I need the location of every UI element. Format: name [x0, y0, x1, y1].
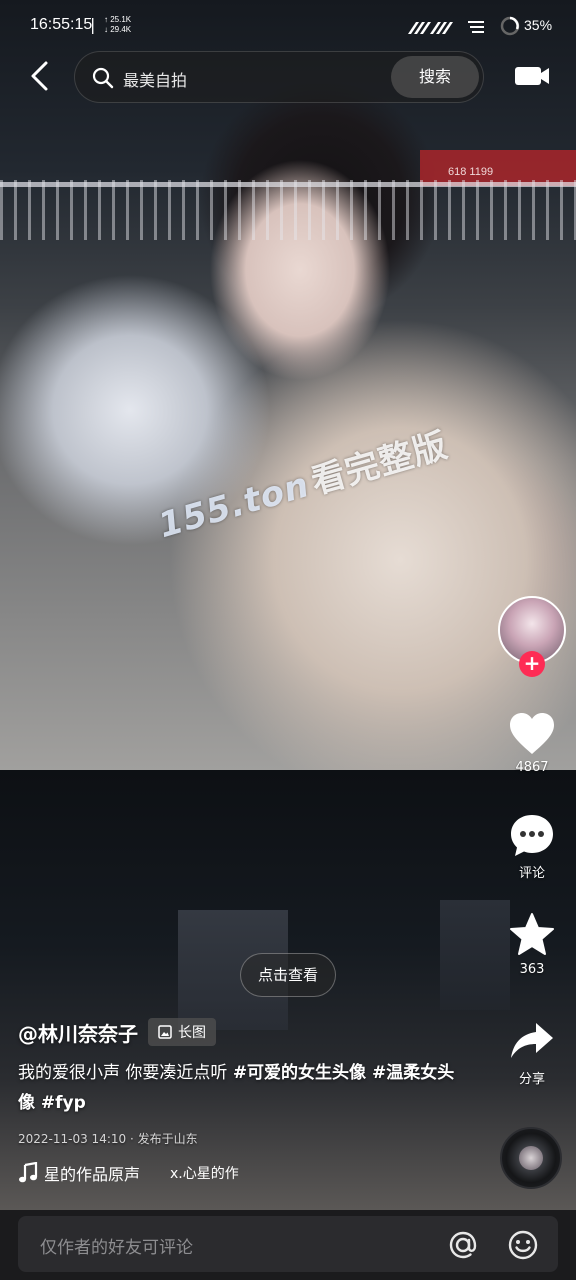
- long-image-badge: 长图: [148, 1018, 216, 1046]
- comment-placeholder: 仅作者的好友可评论: [40, 1238, 193, 1258]
- hashtag[interactable]: #可爱的女生头像: [233, 1063, 366, 1083]
- music-author: x.心星的作: [170, 1166, 239, 1182]
- search-input[interactable]: 最美自拍: [123, 67, 187, 91]
- status-bar: 16:55:15 | ↑ 25.1K ↓ 29.4K 35%: [0, 0, 576, 50]
- share-label: 分享: [518, 1072, 545, 1087]
- comment-bar: 仅作者的好友可评论: [0, 1210, 576, 1280]
- music-disc[interactable]: [500, 1127, 562, 1189]
- like-button[interactable]: 4867: [492, 712, 572, 775]
- like-count: 4867: [515, 760, 549, 775]
- music-disc-cover: [519, 1146, 543, 1170]
- follow-button[interactable]: +: [519, 651, 545, 677]
- camera-icon[interactable]: [514, 62, 550, 88]
- signal-wifi-icon: [408, 21, 484, 34]
- at-icon[interactable]: [446, 1228, 480, 1262]
- post-caption: 我的爱很小声 你要凑近点听 #可爱的女生头像 #温柔女头像 #fyp: [18, 1058, 458, 1118]
- caption-text: 我的爱很小声 你要凑近点听: [18, 1063, 233, 1083]
- comment-input[interactable]: 仅作者的好友可评论: [18, 1216, 558, 1272]
- status-separator: |: [90, 15, 96, 34]
- emoji-icon[interactable]: [506, 1228, 540, 1262]
- comment-button[interactable]: 评论: [492, 812, 572, 881]
- heart-icon: [510, 713, 554, 754]
- post-meta: 2022-11-03 14:10 · 发布于山东: [18, 1132, 198, 1146]
- status-time: 16:55:15: [30, 16, 93, 33]
- music-title[interactable]: 星的作品原声: [44, 1161, 140, 1185]
- background-fence: [0, 180, 576, 240]
- post-image-top[interactable]: 618 1199: [0, 0, 576, 770]
- view-full-button[interactable]: 点击查看: [240, 953, 336, 997]
- author-avatar[interactable]: +: [498, 596, 566, 677]
- battery-icon: [500, 16, 520, 36]
- battery-level: 35%: [524, 17, 553, 33]
- search-button[interactable]: 搜索: [391, 56, 479, 98]
- comment-icon: [511, 815, 553, 856]
- hashtag[interactable]: #fyp: [35, 1093, 86, 1113]
- share-button[interactable]: 分享: [492, 1020, 572, 1087]
- image-icon: [158, 1025, 172, 1039]
- favorite-button[interactable]: 363: [492, 912, 572, 977]
- star-icon: [510, 913, 554, 955]
- search-icon: [92, 67, 114, 89]
- music-note-icon: [19, 1162, 38, 1183]
- net-down: ↓ 29.4K: [104, 25, 132, 34]
- music-row[interactable]: 星的作品原声 x.心星的作: [18, 1160, 488, 1186]
- author-row: @林川奈奈子 长图: [18, 1017, 216, 1047]
- author-name[interactable]: @林川奈奈子: [18, 1018, 138, 1047]
- net-up: ↑ 25.1K: [104, 15, 132, 24]
- comment-label: 评论: [518, 866, 545, 881]
- search-bar[interactable]: 最美自拍 搜索: [74, 51, 484, 103]
- background-sign-text: 618 1199: [448, 166, 494, 178]
- favorite-count: 363: [519, 962, 545, 977]
- network-speed: ↑ 25.1K ↓ 29.4K: [104, 15, 131, 35]
- share-arrow-icon: [511, 1023, 553, 1058]
- back-button[interactable]: [26, 60, 54, 92]
- badge-label: 长图: [178, 1025, 206, 1041]
